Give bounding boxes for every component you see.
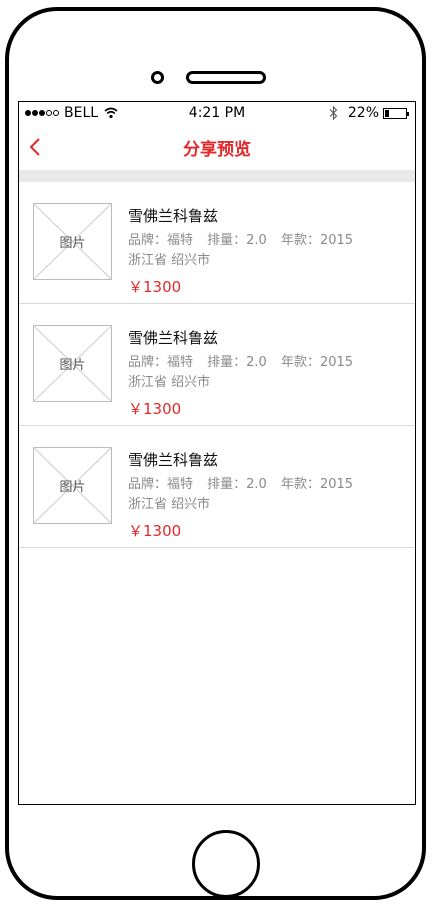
battery-tip	[407, 111, 409, 116]
item-price: ￥1300	[128, 522, 182, 540]
image-placeholder: 图片	[33, 447, 112, 524]
item-location: 浙江省 绍兴市	[128, 253, 211, 268]
item-brand: 品牌：福特	[128, 477, 194, 492]
item-location: 浙江省 绍兴市	[128, 497, 211, 512]
camera-icon	[151, 71, 164, 84]
bluetooth-icon	[329, 106, 338, 120]
item-price: ￥1300	[128, 278, 182, 296]
item-title: 雪佛兰科鲁兹	[128, 207, 219, 225]
item-price: ￥1300	[128, 400, 182, 418]
screen: BELL 4:21 PM 22% 分享预览 图片 雪佛兰科鲁兹 品牌：福特 排量…	[18, 101, 416, 805]
item-year: 年款：2015	[280, 233, 354, 248]
image-placeholder-label: 图片	[59, 236, 86, 251]
navigation-bar: 分享预览	[19, 124, 415, 170]
item-brand: 品牌：福特	[128, 233, 194, 248]
list-item[interactable]: 图片 雪佛兰科鲁兹 品牌：福特 排量：2.0 年款：2015 浙江省 绍兴市 ￥…	[19, 426, 415, 548]
item-specs: 品牌：福特 排量：2.0 年款：2015	[128, 351, 363, 370]
image-placeholder-label: 图片	[59, 358, 86, 373]
item-year: 年款：2015	[280, 477, 354, 492]
item-displacement: 排量：2.0	[207, 233, 267, 248]
home-button[interactable]	[192, 830, 260, 898]
item-title: 雪佛兰科鲁兹	[128, 329, 219, 347]
section-divider	[19, 170, 415, 182]
item-specs: 品牌：福特 排量：2.0 年款：2015	[128, 229, 363, 248]
page-title: 分享预览	[183, 140, 251, 160]
item-brand: 品牌：福特	[128, 355, 194, 370]
image-placeholder-label: 图片	[59, 480, 86, 495]
item-specs: 品牌：福特 排量：2.0 年款：2015	[128, 473, 363, 492]
item-displacement: 排量：2.0	[207, 477, 267, 492]
item-displacement: 排量：2.0	[207, 355, 267, 370]
speaker-grille	[186, 71, 266, 84]
item-title: 雪佛兰科鲁兹	[128, 451, 219, 469]
battery-fill	[385, 109, 389, 117]
battery-percent: 22%	[347, 105, 379, 121]
status-bar: BELL 4:21 PM 22%	[19, 102, 415, 124]
battery-icon	[383, 107, 409, 119]
item-year: 年款：2015	[280, 355, 354, 370]
image-placeholder: 图片	[33, 203, 112, 280]
list-item[interactable]: 图片 雪佛兰科鲁兹 品牌：福特 排量：2.0 年款：2015 浙江省 绍兴市 ￥…	[19, 182, 415, 304]
list-item[interactable]: 图片 雪佛兰科鲁兹 品牌：福特 排量：2.0 年款：2015 浙江省 绍兴市 ￥…	[19, 304, 415, 426]
item-location: 浙江省 绍兴市	[128, 375, 211, 390]
status-right: 22%	[329, 105, 409, 121]
image-placeholder: 图片	[33, 325, 112, 402]
share-preview-list: 图片 雪佛兰科鲁兹 品牌：福特 排量：2.0 年款：2015 浙江省 绍兴市 ￥…	[19, 182, 415, 548]
